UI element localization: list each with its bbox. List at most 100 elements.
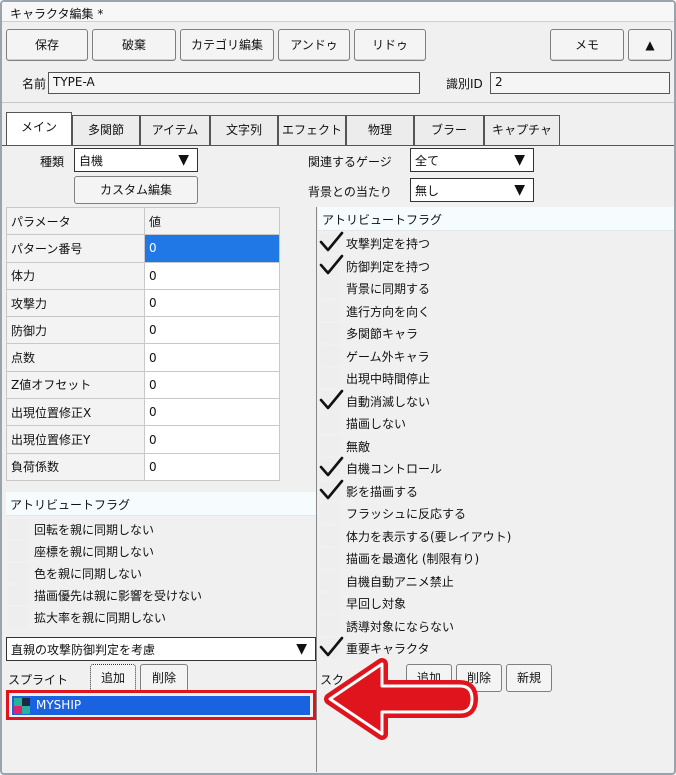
parameter-value[interactable]: 0 (144, 425, 280, 454)
checkbox[interactable] (320, 615, 340, 636)
checkbox[interactable] (320, 525, 340, 546)
flag-checkbox-row[interactable]: 無敵 (320, 435, 660, 458)
flag-checkbox-row[interactable]: 描画しない (320, 413, 660, 435)
checkbox[interactable] (8, 563, 28, 583)
flag-checkbox-row[interactable]: 描画を最適化 (制限有り) (320, 548, 660, 570)
table-row[interactable]: 出現位置修正Y 0 (6, 425, 280, 454)
tab-string[interactable]: 文字列 (210, 115, 278, 145)
gauge-select[interactable]: 全て ▼ (410, 148, 534, 172)
scroll-up-button[interactable]: ▲ (628, 29, 672, 61)
checkbox[interactable] (320, 570, 340, 591)
table-row[interactable]: パターン番号 0 (6, 234, 280, 263)
id-field[interactable]: 2 (490, 72, 670, 94)
flag-checkbox-row[interactable]: 回転を親に同期しない (8, 519, 348, 541)
checkbox[interactable] (320, 413, 340, 433)
background-collision-select[interactable]: 無し ▼ (410, 178, 534, 202)
parameter-value[interactable]: 0 (144, 261, 280, 290)
flag-label: 拡大率を親に同期しない (34, 611, 167, 625)
checkbox-checked[interactable] (319, 456, 344, 478)
sprite-list-item[interactable]: MYSHIP (12, 696, 310, 715)
flag-checkbox-row[interactable]: ゲーム外キャラ (320, 345, 660, 368)
flag-checkbox-row[interactable]: 多関節キャラ (320, 323, 660, 345)
checkbox[interactable] (8, 585, 28, 605)
checkbox-checked[interactable] (319, 254, 344, 276)
parameter-value[interactable]: 0 (144, 234, 280, 263)
tab-blur[interactable]: ブラー (414, 115, 484, 145)
name-label: 名前 (22, 77, 47, 91)
checkbox[interactable] (320, 435, 340, 456)
checkbox[interactable] (320, 278, 340, 298)
parameter-value[interactable]: 0 (144, 452, 280, 481)
checkbox[interactable] (320, 368, 340, 388)
flag-checkbox-row[interactable]: 自動消滅しない (319, 389, 660, 413)
table-row[interactable]: 攻撃力 0 (6, 288, 280, 318)
flag-checkbox-row[interactable]: 拡大率を親に同期しない (8, 607, 348, 629)
flag-checkbox-row[interactable]: 早回し対象 (320, 593, 660, 615)
table-row[interactable]: 出現位置修正X 0 (6, 398, 280, 427)
flag-checkbox-row[interactable]: 進行方向を向く (320, 300, 660, 323)
parameter-value[interactable]: 0 (144, 316, 280, 345)
flag-checkbox-row[interactable]: 影を描画する (319, 479, 660, 503)
parent-collision-select[interactable]: 直親の攻撃防御判定を考慮 ▼ (6, 637, 316, 661)
undo-button[interactable]: アンドゥ (278, 29, 350, 61)
checkbox[interactable] (320, 593, 340, 613)
checkbox[interactable] (320, 323, 340, 343)
checkbox-checked[interactable] (319, 389, 344, 411)
sprite-item-name: MYSHIP (36, 698, 82, 712)
parameter-value[interactable]: 0 (144, 288, 280, 318)
tab-capture[interactable]: キャプチャ (484, 115, 560, 145)
table-row[interactable]: 負荷係数 0 (6, 452, 280, 481)
checkbox[interactable] (320, 503, 340, 523)
flag-checkbox-row[interactable]: 出現中時間停止 (320, 368, 660, 390)
right-flags-header: アトリビュートフラグ (318, 207, 674, 231)
save-button[interactable]: 保存 (6, 29, 88, 61)
right-new-button[interactable]: 新規 (506, 664, 552, 692)
table-row[interactable]: 点数 0 (6, 343, 280, 372)
table-row[interactable]: 体力 0 (6, 261, 280, 290)
sprite-delete-button[interactable]: 削除 (140, 664, 188, 692)
discard-button[interactable]: 破棄 (92, 29, 176, 61)
flag-checkbox-row[interactable]: 誘導対象にならない (320, 615, 660, 638)
sprite-add-button[interactable]: 追加 (90, 664, 136, 692)
memo-button[interactable]: メモ (550, 29, 624, 61)
checkbox-checked[interactable] (319, 479, 344, 501)
checkbox[interactable] (320, 345, 340, 366)
checkbox[interactable] (8, 607, 28, 627)
flag-checkbox-row[interactable]: 背景に同期する (320, 278, 660, 300)
parameter-name: 体力 (6, 261, 145, 290)
gauge-select-value: 全て (415, 154, 440, 168)
tab-effect[interactable]: エフェクト (278, 115, 346, 145)
table-row[interactable]: 防御力 0 (6, 316, 280, 345)
checkbox[interactable] (8, 519, 28, 539)
flag-checkbox-row[interactable]: 座標を親に同期しない (8, 541, 348, 563)
flag-checkbox-row[interactable]: 描画優先は親に影響を受けない (8, 585, 348, 607)
type-select[interactable]: 自機 ▼ (74, 148, 198, 172)
flag-checkbox-row[interactable]: 攻撃判定を持つ (319, 231, 660, 255)
parameter-value[interactable]: 0 (144, 343, 280, 372)
parameter-value[interactable]: 0 (144, 398, 280, 427)
flag-checkbox-row[interactable]: 自機コントロール (319, 456, 660, 480)
checkbox[interactable] (320, 548, 340, 568)
tab-multi-joint[interactable]: 多関節 (72, 115, 140, 145)
flag-checkbox-row[interactable]: 自機自動アニメ禁止 (320, 570, 660, 593)
checkbox-checked[interactable] (319, 231, 344, 253)
parameter-name: 負荷係数 (6, 452, 145, 481)
checkbox[interactable] (320, 300, 340, 321)
flag-checkbox-row[interactable]: 防御判定を持つ (319, 254, 660, 278)
flag-label: フラッシュに反応する (346, 507, 467, 521)
flag-checkbox-row[interactable]: フラッシュに反応する (320, 503, 660, 525)
table-row[interactable]: Z値オフセット 0 (6, 370, 280, 400)
custom-edit-button[interactable]: カスタム編集 (74, 176, 198, 204)
flag-checkbox-row[interactable]: 体力を表示する(要レイアウト) (320, 525, 660, 548)
tab-physics[interactable]: 物理 (346, 115, 414, 145)
parameter-value[interactable]: 0 (144, 370, 280, 400)
name-field[interactable]: TYPE-A (48, 72, 420, 94)
checkbox[interactable] (8, 541, 28, 561)
flag-label: 防御判定を持つ (346, 259, 431, 274)
tab-item[interactable]: アイテム (140, 115, 210, 145)
flag-checkbox-row[interactable]: 色を親に同期しない (8, 563, 348, 585)
tab-main[interactable]: メイン (6, 112, 72, 146)
redo-button[interactable]: リドゥ (354, 29, 426, 61)
category-edit-button[interactable]: カテゴリ編集 (180, 29, 274, 61)
background-collision-value: 無し (415, 184, 440, 198)
